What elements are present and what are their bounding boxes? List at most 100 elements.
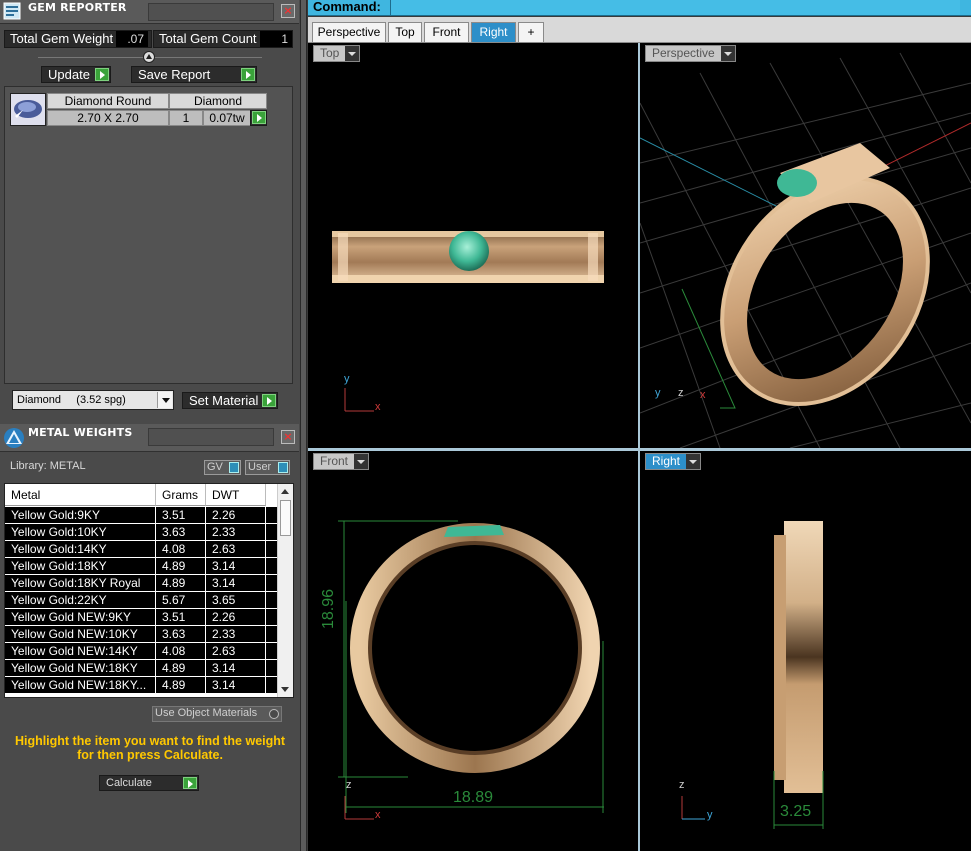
chevron-down-icon <box>686 454 701 469</box>
gem-weight-cell[interactable]: 0.07tw <box>203 110 251 126</box>
table-row[interactable]: Yellow Gold:18KY Royal 4.89 3.14 <box>5 575 277 592</box>
total-gem-count-label: Total Gem Count <box>159 31 257 46</box>
metal-weights-header: METAL WEIGHTS <box>0 424 299 452</box>
grams-cell: 5.67 <box>156 592 206 608</box>
gem-reporter-close-icon[interactable] <box>281 4 295 18</box>
dwt-cell: 3.14 <box>206 575 266 591</box>
table-row[interactable]: Yellow Gold:14KY 4.08 2.63 <box>5 541 277 558</box>
collapse-toggle-icon[interactable] <box>143 51 155 63</box>
right-width-dimension: 3.25 <box>780 803 812 820</box>
table-row[interactable]: Yellow Gold:18KY 4.89 3.14 <box>5 558 277 575</box>
gem-count-cell[interactable]: 1 <box>169 110 203 126</box>
scroll-up-icon[interactable] <box>281 489 289 494</box>
front-viewport-name: Front <box>320 454 349 468</box>
grams-cell: 3.63 <box>156 524 206 540</box>
play-icon <box>95 68 109 81</box>
metal-column-header[interactable]: Metal <box>5 484 156 506</box>
viewport-tabs: Perspective Top Front Right + <box>308 17 971 43</box>
metal-weights-title-bar <box>148 428 274 446</box>
dwt-cell: 2.63 <box>206 541 266 557</box>
front-viewport[interactable]: Front 18.96 18.89 z x <box>308 451 638 851</box>
table-row[interactable]: Yellow Gold:9KY 3.51 2.26 <box>5 507 277 524</box>
top-viewport-label[interactable]: Top <box>313 45 361 62</box>
metal-weights-close-icon[interactable] <box>281 430 295 444</box>
scroll-down-icon[interactable] <box>281 687 289 692</box>
metal-cell: Yellow Gold:18KY <box>5 558 156 574</box>
table-row[interactable]: Yellow Gold:22KY 5.67 3.65 <box>5 592 277 609</box>
gem-row-go-button[interactable] <box>250 110 267 126</box>
top-viewport-name: Top <box>320 46 340 60</box>
grams-cell: 3.63 <box>156 626 206 642</box>
right-axis-z-label: z <box>679 779 685 791</box>
dwt-cell: 3.14 <box>206 660 266 676</box>
metal-table-scrollbar[interactable] <box>277 484 293 697</box>
metal-cell: Yellow Gold:9KY <box>5 507 156 523</box>
gem-reporter-icon <box>3 2 21 20</box>
right-axis-y-label: y <box>707 809 713 821</box>
dwt-column-header[interactable]: DWT <box>206 484 266 506</box>
user-toggle[interactable]: User <box>245 460 290 475</box>
grams-cell: 4.89 <box>156 660 206 676</box>
top-view-render <box>332 231 604 412</box>
right-viewport[interactable]: Right 3.25 z y <box>640 451 971 851</box>
metal-weights-icon <box>4 428 24 448</box>
table-row[interactable]: Yellow Gold:10KY 3.63 2.33 <box>5 524 277 541</box>
right-viewport-label[interactable]: Right <box>645 453 702 470</box>
save-report-button[interactable]: Save Report <box>131 66 257 83</box>
perspective-grid <box>640 52 971 448</box>
dwt-cell: 2.33 <box>206 626 266 642</box>
perspective-viewport-label[interactable]: Perspective <box>645 45 736 62</box>
grams-cell: 4.89 <box>156 575 206 591</box>
toggle-switch-icon <box>278 462 288 473</box>
gv-toggle-label: GV <box>207 461 223 473</box>
add-tab-icon[interactable]: + <box>518 22 544 42</box>
play-icon <box>262 394 276 407</box>
perspective-axis-x-label: x <box>700 389 706 401</box>
set-material-button[interactable]: Set Material <box>182 392 278 409</box>
metal-cell: Yellow Gold NEW:18KY <box>5 660 156 676</box>
table-row[interactable]: Yellow Gold NEW:18KY 4.89 3.14 <box>5 660 277 677</box>
use-object-materials-toggle[interactable]: Use Object Materials <box>152 706 282 722</box>
dwt-cell: 3.14 <box>206 558 266 574</box>
front-axis-x-label: x <box>375 809 381 821</box>
grams-cell: 4.08 <box>156 643 206 659</box>
top-viewport[interactable]: Top y x <box>308 43 638 448</box>
table-row[interactable]: Yellow Gold NEW:14KY 4.08 2.63 <box>5 643 277 660</box>
total-gem-weight-label: Total Gem Weight <box>10 31 114 46</box>
front-viewport-label[interactable]: Front <box>313 453 370 470</box>
dwt-cell: 2.33 <box>206 524 266 540</box>
dwt-cell: 2.63 <box>206 643 266 659</box>
grams-column-header[interactable]: Grams <box>156 484 206 506</box>
front-width-dimension: 18.89 <box>453 789 494 806</box>
gv-toggle[interactable]: GV <box>204 460 241 475</box>
table-row[interactable]: Yellow Gold NEW:10KY 3.63 2.33 <box>5 626 277 643</box>
tab-front[interactable]: Front <box>424 22 469 42</box>
metal-cell: Yellow Gold:14KY <box>5 541 156 557</box>
table-row[interactable]: Yellow Gold NEW:18KY... 4.89 3.14 <box>5 677 277 694</box>
material-dropdown[interactable]: Diamond (3.52 spg) <box>12 390 174 410</box>
front-height-dimension: 18.96 <box>320 588 337 629</box>
gem-header-type: Diamond <box>169 93 267 109</box>
front-axis-z-label: z <box>346 779 352 791</box>
calculate-label: Calculate <box>106 777 152 789</box>
diamond-round-icon[interactable] <box>10 93 46 126</box>
metal-cell: Yellow Gold:18KY Royal <box>5 575 156 591</box>
play-icon <box>241 68 255 81</box>
perspective-axis-z-label: z <box>678 387 684 399</box>
top-axis-y-label: y <box>344 373 350 385</box>
scroll-thumb[interactable] <box>280 500 291 536</box>
calculate-button[interactable]: Calculate <box>99 775 199 791</box>
metal-cell: Yellow Gold NEW:9KY <box>5 609 156 625</box>
update-button[interactable]: Update <box>41 66 111 83</box>
command-input[interactable] <box>390 0 960 15</box>
table-row[interactable]: Yellow Gold NEW:9KY 3.51 2.26 <box>5 609 277 626</box>
tab-top[interactable]: Top <box>388 22 422 42</box>
panel-splitter[interactable] <box>300 0 307 851</box>
tab-perspective[interactable]: Perspective <box>312 22 386 42</box>
grams-cell: 4.89 <box>156 677 206 693</box>
gem-size-cell[interactable]: 2.70 X 2.70 <box>47 110 169 126</box>
tab-right[interactable]: Right <box>471 22 516 42</box>
calculate-hint: Highlight the item you want to find the … <box>14 734 286 762</box>
left-panel: GEM REPORTER Total Gem Weight .07 Total … <box>0 0 300 851</box>
perspective-viewport[interactable]: Perspective y z x <box>640 43 971 448</box>
